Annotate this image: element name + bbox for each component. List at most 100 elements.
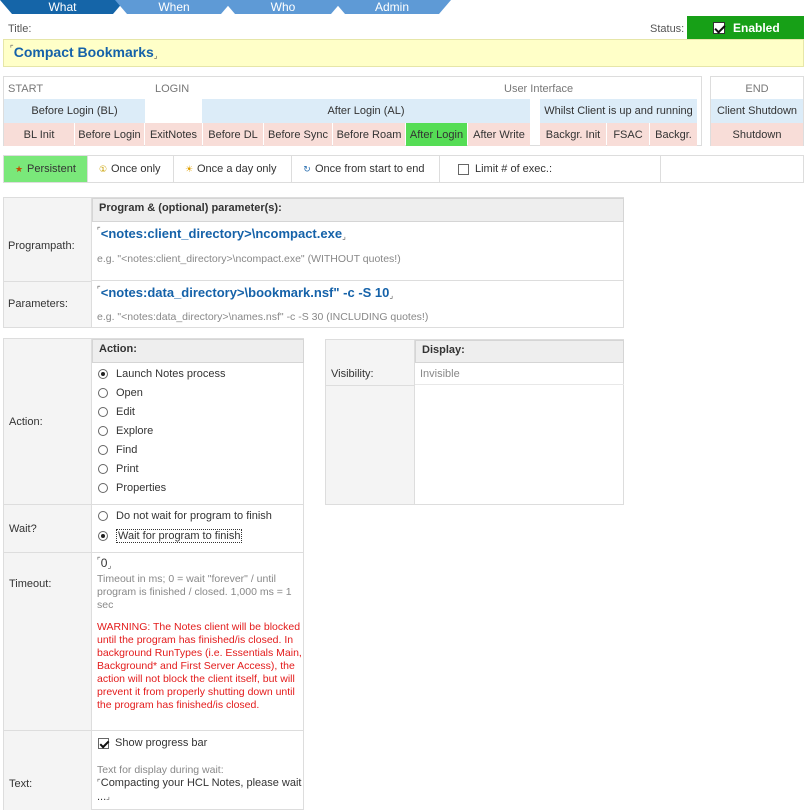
freq-limit-label: Limit # of exec.: <box>475 163 553 175</box>
freq-once-a-day[interactable]: ☀ Once a day only <box>174 156 292 182</box>
freq-limit-exec[interactable]: Limit # of exec.: <box>440 156 661 182</box>
timeout-label-cell: Timeout: <box>4 553 92 730</box>
programpath-label: Programpath: <box>8 240 75 252</box>
action-option-open[interactable]: Open <box>98 387 143 399</box>
phase-after-login: After Login (AL) <box>202 99 530 123</box>
option-label: Wait for program to finish <box>116 529 243 543</box>
divider <box>326 385 415 386</box>
group-end: END <box>745 83 769 95</box>
cycle-icon: ↻ <box>303 164 311 174</box>
option-label: Open <box>116 387 143 399</box>
tab-what[interactable]: What <box>0 0 125 14</box>
runtype-shutdown[interactable]: Shutdown <box>711 123 803 146</box>
runtype-exitnotes[interactable]: ExitNotes <box>145 123 202 146</box>
timeout-hint: Timeout in ms; 0 = wait "forever" / unti… <box>97 573 292 611</box>
option-label: Edit <box>116 406 135 418</box>
radio-icon <box>98 388 108 398</box>
tab-bar: What When Who Admin <box>0 0 460 14</box>
action-option-find[interactable]: Find <box>98 444 137 456</box>
runtype-after-login[interactable]: After Login <box>406 123 467 146</box>
parameters-label: Parameters: <box>8 298 68 310</box>
status-enabled-toggle[interactable]: Enabled <box>687 16 804 39</box>
action-header: Action: <box>92 339 304 363</box>
phase-client-shutdown: Client Shutdown <box>711 99 803 123</box>
option-label: Find <box>116 444 138 456</box>
display-label-column <box>326 340 415 504</box>
show-progress-checkbox[interactable]: Show progress bar <box>98 737 207 749</box>
title-value: Compact Bookmarks <box>13 44 154 60</box>
runtype-before-dl[interactable]: Before DL <box>203 123 263 146</box>
tab-who[interactable]: Who <box>223 0 343 14</box>
one-icon: ① <box>98 164 108 174</box>
tab-admin[interactable]: Admin <box>333 0 451 14</box>
wait-option-wait[interactable]: Wait for program to finish <box>98 529 243 543</box>
runtype-bl-init[interactable]: BL Init <box>4 123 74 146</box>
frequency-bar: ★ Persistent ① Once only ☀ Once a day only … <box>3 155 804 183</box>
runtype-after-write[interactable]: After Write <box>468 123 530 146</box>
visibility-value[interactable]: Invisible <box>415 363 624 385</box>
text-hint: Text for display during wait: <box>97 764 224 776</box>
group-user-interface: User Interface <box>504 83 574 95</box>
timeout-warning: WARNING: The Notes client will be blocke… <box>97 621 302 711</box>
runtype-before-roam[interactable]: Before Roam <box>333 123 405 146</box>
status-label: Status: <box>650 23 685 35</box>
program-header: Program & (optional) parameter(s): <box>92 198 624 222</box>
freq-once-only-label: Once only <box>111 163 161 175</box>
runtype-backgr[interactable]: Backgr. <box>650 123 697 146</box>
phase-whilst-running: Whilst Client is up and running <box>540 99 697 123</box>
title-label: Title: <box>8 23 32 35</box>
runtype-backgr-init[interactable]: Backgr. Init <box>540 123 606 146</box>
action-label: Action: <box>9 415 43 428</box>
timeout-label: Timeout: <box>9 578 52 590</box>
runtype-before-login[interactable]: Before Login <box>75 123 144 146</box>
runtype-fsac[interactable]: FSAC <box>607 123 649 146</box>
freq-once-a-day-label: Once a day only <box>197 163 277 175</box>
runtype-before-sync[interactable]: Before Sync <box>264 123 332 146</box>
option-label: Properties <box>116 482 167 494</box>
action-option-properties[interactable]: Properties <box>98 482 166 494</box>
phase-before-login: Before Login (BL) <box>4 99 145 123</box>
option-label: Launch Notes process <box>116 368 226 380</box>
parameters-field[interactable]: ⌜<notes:data_directory>\bookmark.nsf" -c… <box>97 285 393 300</box>
divider <box>92 280 624 281</box>
action-option-explore[interactable]: Explore <box>98 425 153 437</box>
checkbox-checked-icon <box>98 737 109 749</box>
action-option-launch[interactable]: Launch Notes process <box>98 368 225 380</box>
parameters-hint: e.g. "<notes:data_directory>\names.nsf" … <box>97 311 429 323</box>
freq-once-start-end-label: Once from start to end <box>315 163 425 175</box>
action-label-cell: Action: <box>4 339 92 504</box>
show-progress-label: Show progress bar <box>115 737 208 749</box>
programpath-field[interactable]: ⌜<notes:client_directory>\ncompact.exe⌟ <box>97 226 346 241</box>
freq-once-start-end[interactable]: ↻ Once from start to end <box>292 156 440 182</box>
radio-icon <box>98 511 108 521</box>
group-start: START <box>8 83 44 95</box>
text-label-cell: Text: <box>4 731 92 810</box>
divider <box>4 281 92 282</box>
radio-icon <box>98 464 108 474</box>
field-end-marker-icon: ⌟ <box>153 51 158 60</box>
status-value: Enabled <box>733 20 780 35</box>
tab-when[interactable]: When <box>115 0 233 14</box>
wait-label-cell: Wait? <box>4 505 92 552</box>
programpath-hint: e.g. "<notes:client_directory>\ncompact.… <box>97 253 401 265</box>
radio-icon <box>98 426 108 436</box>
group-login: LOGIN <box>155 83 190 95</box>
radio-icon <box>98 483 108 493</box>
timeout-field[interactable]: ⌜0⌟ <box>97 556 111 570</box>
action-option-edit[interactable]: Edit <box>98 406 135 418</box>
freq-once-only[interactable]: ① Once only <box>88 156 174 182</box>
radio-icon <box>98 407 108 417</box>
wait-option-no-wait[interactable]: Do not wait for program to finish <box>98 510 272 522</box>
programpath-value: <notes:client_directory>\ncompact.exe <box>100 226 343 241</box>
text-field[interactable]: ⌜Compacting your HCL Notes, please wait … <box>97 776 302 804</box>
freq-persistent[interactable]: ★ Persistent <box>4 156 88 182</box>
option-label: Do not wait for program to finish <box>116 510 272 522</box>
action-option-print[interactable]: Print <box>98 463 139 475</box>
checkbox-icon <box>713 21 725 34</box>
text-value: Compacting your HCL Notes, please wait .… <box>97 777 302 803</box>
text-label: Text: <box>9 778 33 790</box>
star-icon: ★ <box>14 164 24 174</box>
radio-selected-icon <box>98 531 108 541</box>
title-field[interactable]: ⌜Compact Bookmarks⌟ <box>3 39 804 67</box>
option-label: Print <box>116 463 139 475</box>
